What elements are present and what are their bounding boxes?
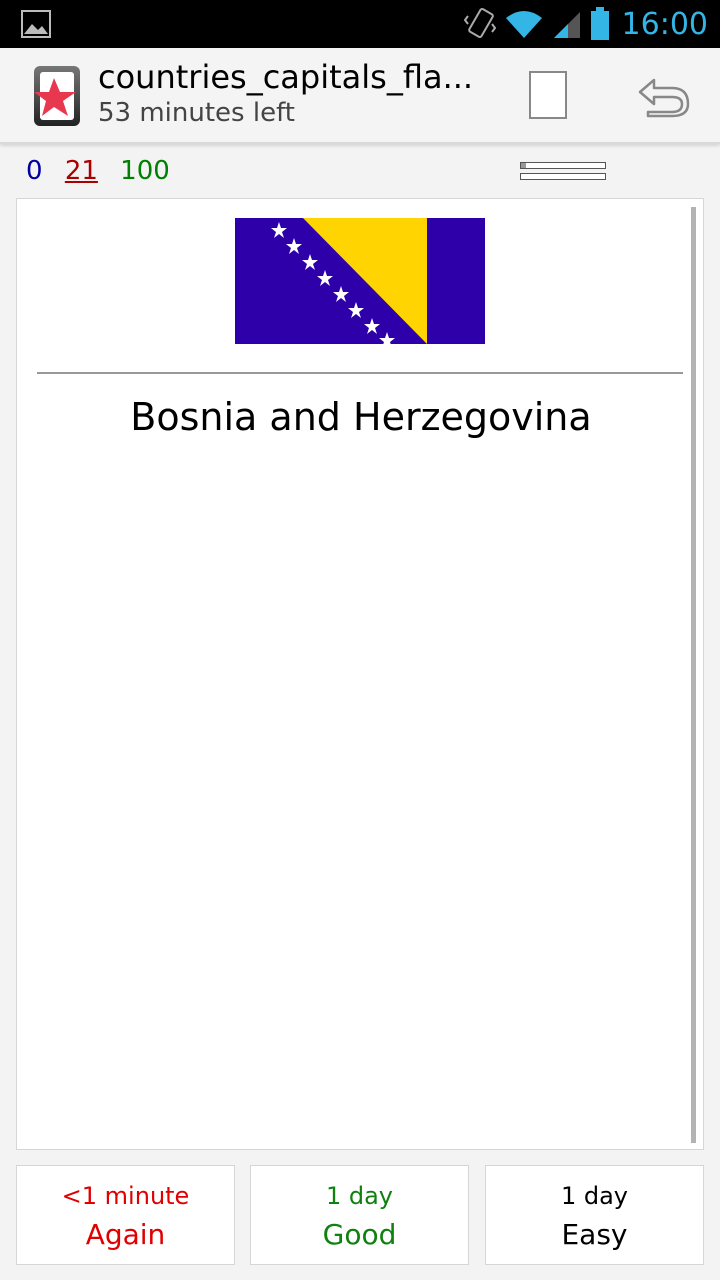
- time-left-label: 53 minutes left: [98, 98, 295, 128]
- status-bar: 16:00: [0, 0, 720, 48]
- signal-icon: [553, 12, 580, 38]
- question-answer-divider: [37, 372, 683, 374]
- flag-image: [235, 218, 485, 344]
- deck-progress-bar: [520, 173, 606, 180]
- progress-bars: [520, 162, 606, 182]
- mark-card-button[interactable]: [522, 68, 574, 124]
- card-view[interactable]: Bosnia and Herzegovina: [16, 198, 704, 1150]
- new-count: 0: [26, 156, 43, 186]
- wifi-icon: [505, 11, 542, 38]
- battery-icon: [590, 7, 609, 40]
- status-icons: 16:00: [463, 0, 708, 48]
- session-progress-bar: [520, 162, 606, 169]
- clock: 16:00: [621, 6, 708, 42]
- deck-title: countries_capitals_fla...: [98, 58, 474, 96]
- good-button[interactable]: 1 day Good: [250, 1165, 469, 1265]
- again-button[interactable]: <1 minute Again: [16, 1165, 235, 1265]
- review-count: 100: [120, 156, 170, 186]
- again-label: Again: [85, 1218, 166, 1251]
- vibrate-icon: [463, 7, 496, 39]
- action-bar: countries_capitals_fla... 53 minutes lef…: [0, 48, 720, 144]
- card-counts: 0 21 100: [26, 156, 184, 190]
- image-notification-icon: [21, 10, 51, 38]
- card-scrollbar[interactable]: [691, 207, 696, 1143]
- easy-button[interactable]: 1 day Easy: [485, 1165, 704, 1265]
- learning-count: 21: [64, 156, 98, 186]
- easy-label: Easy: [561, 1218, 628, 1251]
- good-label: Good: [322, 1218, 397, 1251]
- answer-text: Bosnia and Herzegovina: [130, 395, 592, 439]
- good-interval: 1 day: [325, 1182, 394, 1210]
- easy-interval: 1 day: [560, 1182, 629, 1210]
- undo-icon[interactable]: [636, 72, 692, 120]
- ankidroid-logo-icon[interactable]: [32, 64, 84, 128]
- again-interval: <1 minute: [61, 1182, 190, 1210]
